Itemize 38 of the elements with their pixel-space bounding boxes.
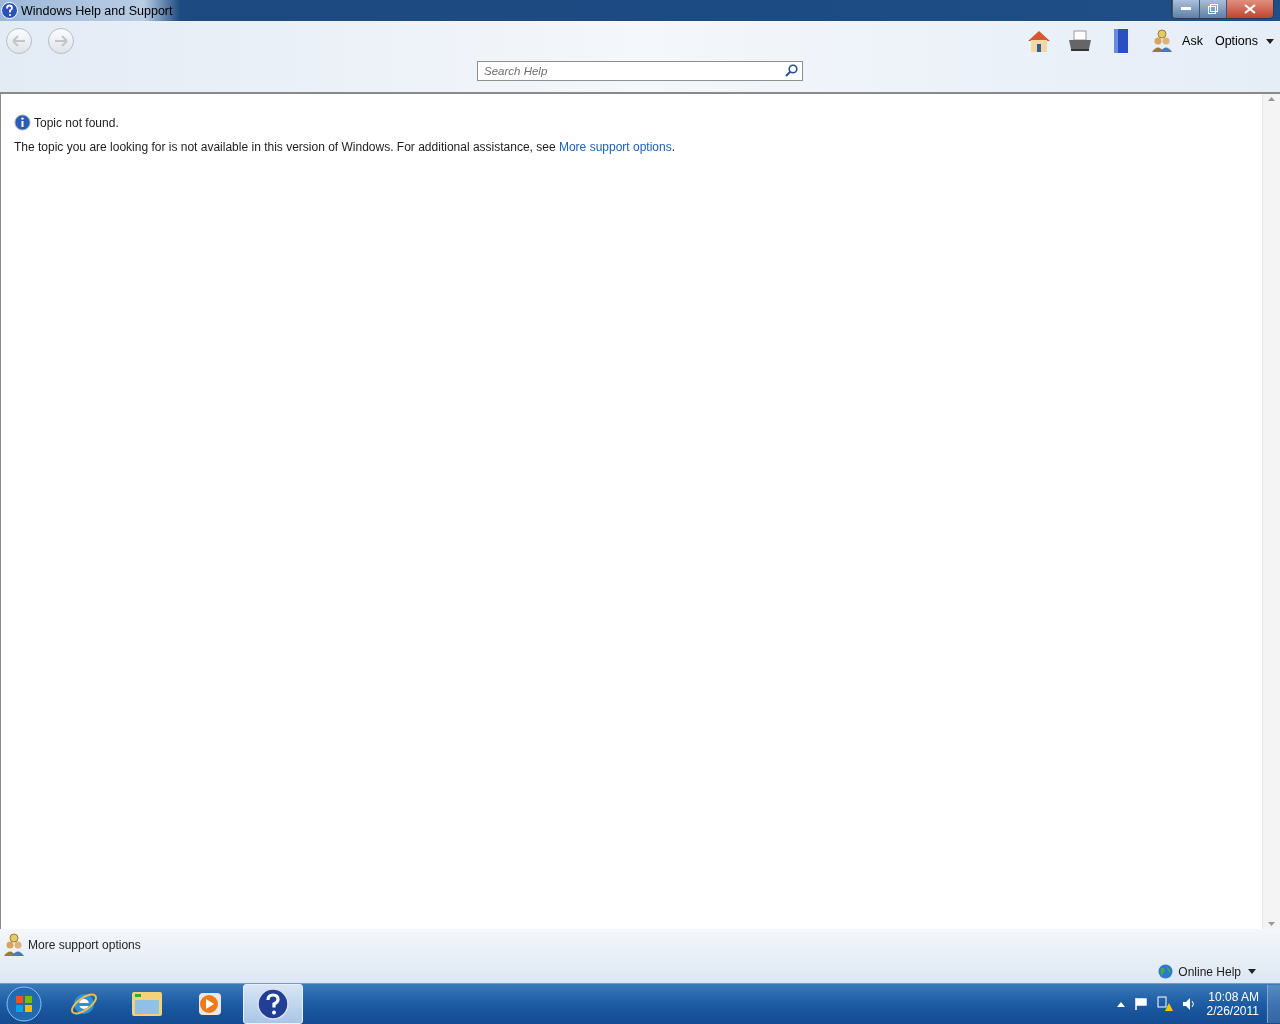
- network-warning-icon[interactable]: [1156, 996, 1173, 1012]
- info-icon: [14, 114, 31, 131]
- support-link[interactable]: More support options: [28, 938, 141, 952]
- online-help-menu[interactable]: Online Help: [1178, 964, 1256, 979]
- message-text: The topic you are looking for is not available in this version of Windows. For additional assistance, see More support options.: [14, 140, 677, 154]
- search-icon[interactable]: [785, 64, 798, 77]
- support-link[interactable]: More support options: [558, 140, 672, 154]
- show-icons-arrow[interactable]: [1116, 1001, 1125, 1007]
- minimize-icon: [1181, 7, 1191, 11]
- back-arrow-icon: [12, 35, 26, 47]
- close-button[interactable]: [1226, 0, 1273, 18]
- folder-icon: [131, 990, 163, 1018]
- people-icon: [1151, 29, 1174, 53]
- search-field[interactable]: Search Help: [477, 61, 803, 81]
- topic-heading: Topic not found.: [34, 115, 119, 130]
- caret-icon: [1248, 969, 1256, 974]
- clock[interactable]: 10:08 AM 2/26/2011: [1206, 990, 1259, 1018]
- help-icon: [257, 988, 289, 1020]
- restore-icon: [1208, 4, 1218, 14]
- caret-icon: [1266, 38, 1274, 44]
- options-menu[interactable]: Options: [1214, 34, 1274, 48]
- ask-button[interactable]: Ask: [1182, 34, 1203, 48]
- flag-icon[interactable]: [1133, 997, 1148, 1011]
- scroll-down-arrow-icon[interactable]: [1268, 922, 1275, 926]
- scroll-up-arrow-icon[interactable]: [1268, 97, 1275, 101]
- globe-icon: [1158, 964, 1174, 979]
- taskbar-button[interactable]: [243, 984, 303, 1024]
- scrollbar[interactable]: [1262, 94, 1280, 929]
- close-icon: [1244, 4, 1256, 14]
- help-icon: [1, 2, 18, 19]
- window-title: Windows Help and Support: [21, 3, 173, 18]
- forward-arrow-icon: [54, 35, 68, 47]
- media-player-icon: [197, 991, 223, 1017]
- restore-button[interactable]: [1199, 0, 1226, 18]
- people-icon: [3, 933, 25, 957]
- minimize-button[interactable]: [1172, 0, 1199, 18]
- clock-date: 2/26/2011: [1206, 1004, 1259, 1018]
- clock-time: 10:08 AM: [1208, 990, 1259, 1004]
